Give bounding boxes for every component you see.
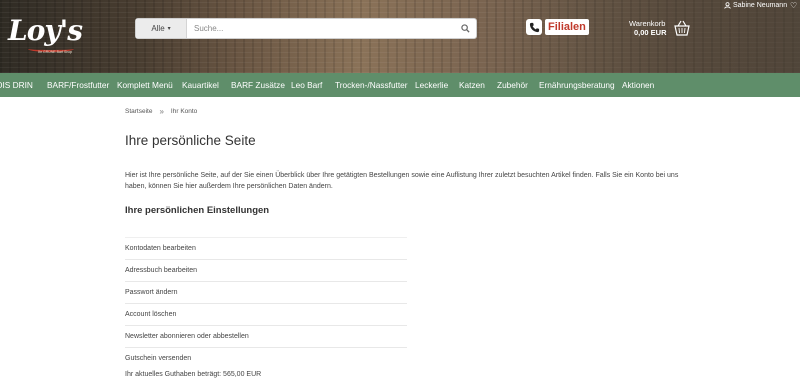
cart-value: 0,00 EUR [634,28,667,37]
main-navigation: OIS DRIN BARF/Frostfutter Komplett Menü … [0,73,800,97]
filialen-link[interactable]: Filialen [526,18,589,36]
settings-item-edit-account[interactable]: Kontodaten bearbeiten [125,237,407,259]
settings-item-delete-account[interactable]: Account löschen [125,303,407,325]
settings-item-edit-addressbook[interactable]: Adressbuch bearbeiten [125,259,407,281]
nav-item-ernaehrungsberatung[interactable]: Ernährungsberatung [539,73,615,97]
nav-item-barf-zusaetze[interactable]: BARF Zusätze [231,73,285,97]
page-title: Ihre persönliche Seite [125,133,256,148]
user-icon [724,2,731,9]
nav-item-ois-drin[interactable]: OIS DRIN [0,73,33,97]
search-category-select[interactable]: Alle ▾ [136,19,187,38]
logo-tagline: Ihr GRÜNE Barf Shop [38,50,73,54]
settings-item-change-password[interactable]: Passwort ändern [125,281,407,303]
cart-label: Warenkorb [629,19,666,28]
search-bar: Alle ▾ [135,18,477,39]
breadcrumb-separator: » [159,107,164,116]
search-button[interactable] [454,19,476,38]
nav-item-zubehoer[interactable]: Zubehör [497,73,528,97]
balance-text: Ihr aktuelles Guthaben beträgt: 565,00 E… [125,371,262,378]
settings-section-title: Ihre persönlichen Einstellungen [125,205,270,216]
breadcrumb-home[interactable]: Startseite [125,108,152,115]
search-icon [460,24,470,33]
heart-icon[interactable]: ♡ [790,1,797,10]
user-name: Sabine Neumann [733,2,788,9]
nav-item-barf-frostfutter[interactable]: BARF/Frostfutter [47,73,109,97]
nav-item-kauartikel[interactable]: Kauartikel [182,73,219,97]
site-header: Loy's Ihr GRÜNE Barf Shop Alle ▾ Filiale… [0,0,800,73]
nav-item-leo-barf[interactable]: Leo Barf [291,73,322,97]
settings-list: Kontodaten bearbeiten Adressbuch bearbei… [125,237,407,369]
phone-icon [526,19,542,35]
nav-item-komplett-menue[interactable]: Komplett Menü [117,73,173,97]
nav-item-aktionen[interactable]: Aktionen [622,73,654,97]
search-category-label: Alle [151,24,165,33]
search-input[interactable] [187,19,454,38]
user-account-link[interactable]: Sabine Neumann [724,2,787,9]
cart-button[interactable]: Warenkorb 0,00 EUR [628,19,696,43]
nav-item-leckerlie[interactable]: Leckerlie [415,73,448,97]
nav-item-trocken-nassfutter[interactable]: Trocken-/Nassfutter [335,73,408,97]
intro-text: Hier ist Ihre persönliche Seite, auf der… [125,172,679,190]
logo-text: Loy's [8,14,83,47]
breadcrumb-current[interactable]: Ihr Konto [171,108,197,115]
settings-item-send-voucher[interactable]: Gutschein versenden [125,347,407,369]
logo[interactable]: Loy's Ihr GRÜNE Barf Shop [8,14,83,58]
settings-item-newsletter[interactable]: Newsletter abonnieren oder abbestellen [125,325,407,347]
chevron-down-icon: ▾ [167,26,171,32]
filialen-label: Filialen [545,19,589,35]
nav-item-katzen[interactable]: Katzen [459,73,485,97]
basket-icon [674,20,690,36]
breadcrumb: Startseite » Ihr Konto [125,107,197,116]
